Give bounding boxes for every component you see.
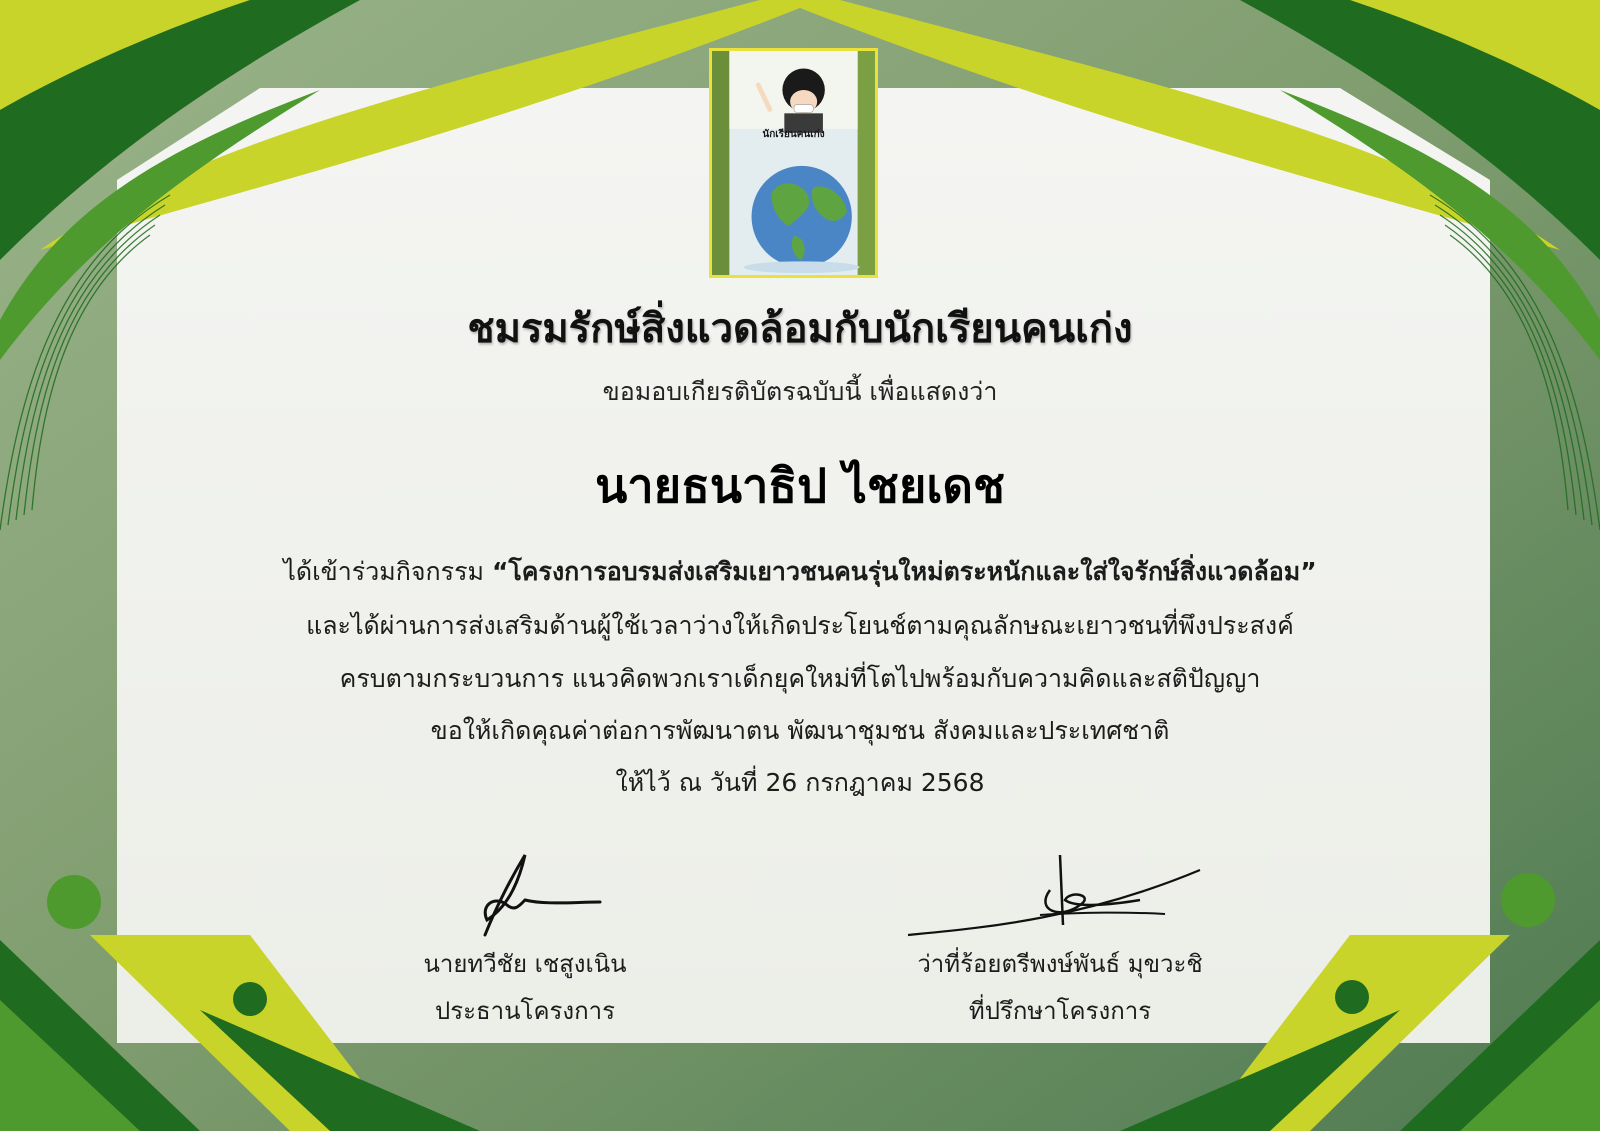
- body-line-4: ขอให้เกิดคุณค่าต่อการพัฒนาตน พัฒนาชุมชน …: [430, 716, 1170, 745]
- body-line-2: และได้ผ่านการส่งเสริมด้านผู้ใช้เวลาว่างใ…: [306, 611, 1294, 640]
- logo-artwork: [712, 51, 875, 275]
- activity-prefix: ได้เข้าร่วมกิจกรรม: [283, 557, 492, 586]
- advisor-name: ว่าที่ร้อยตรีพงษ์พันธ์ มุขวะชิ: [917, 950, 1203, 978]
- handwritten-signature-advisor: [907, 854, 1201, 937]
- club-name: ชมรมรักษ์สิ่งแวดล้อมกับนักเรียนคนเก่ง: [467, 306, 1133, 352]
- recipient-name: นายธนาธิป ไชยเดช: [595, 459, 1005, 514]
- handwritten-signature-chairman: [483, 854, 602, 937]
- club-logo: นักเรียนคนเก่ง: [709, 48, 878, 278]
- signature-block-chairman: นายทวีชัย เชสูงเนิน ประธานโครงการ: [345, 850, 705, 1030]
- logo-caption: นักเรียนคนเก่ง: [762, 129, 825, 140]
- signature-block-advisor: ว่าที่ร้อยตรีพงษ์พันธ์ มุขวะชิ ที่ปรึกษา…: [880, 850, 1240, 1030]
- date-line: ให้ไว้ ณ วันที่ 26 กรกฎาคม 2568: [615, 768, 985, 797]
- chairman-name: นายทวีชัย เชสูงเนิน: [423, 950, 627, 978]
- advisor-role: ที่ปรึกษาโครงการ: [968, 997, 1152, 1025]
- body-line-3: ครบตามกระบวนการ แนวคิดพวกเราเด็กยุคใหม่ท…: [339, 664, 1261, 693]
- presented-to-line: ขอมอบเกียรติบัตรฉบับนี้ เพื่อแสดงว่า: [602, 377, 998, 406]
- project-name: “โครงการอบรมส่งเสริมเยาวชนคนรุ่นใหม่ตระห…: [491, 557, 1317, 586]
- chairman-role: ประธานโครงการ: [435, 997, 615, 1025]
- activity-line: ได้เข้าร่วมกิจกรรม “โครงการอบรมส่งเสริมเ…: [0, 552, 1600, 592]
